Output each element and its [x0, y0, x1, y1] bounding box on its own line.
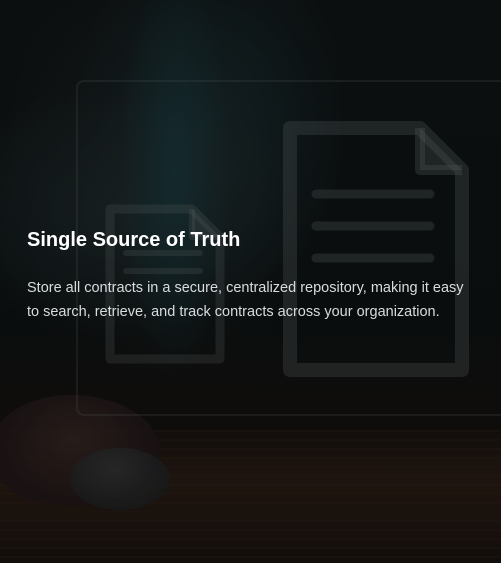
feature-card: Single Source of Truth Store all contrac… [0, 0, 501, 563]
feature-title: Single Source of Truth [27, 229, 241, 251]
feature-description: Store all contracts in a secure, central… [27, 280, 464, 320]
feature-content: Single Source of Truth Store all contrac… [27, 226, 477, 324]
